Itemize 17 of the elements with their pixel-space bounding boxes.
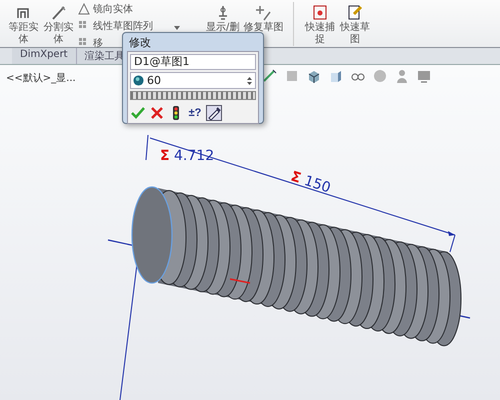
toolbar-button[interactable]: 显示/删 xyxy=(206,22,240,34)
tab[interactable]: DimXpert xyxy=(12,48,77,64)
toolbar-button[interactable]: 等距实体 xyxy=(8,22,39,46)
toolbar-button[interactable]: 镜向实体 xyxy=(93,2,133,16)
toolbar-button[interactable]: 快速捕捉 xyxy=(304,22,336,46)
tolerance-button[interactable]: ±? xyxy=(187,105,203,121)
value-field[interactable]: 60 xyxy=(130,72,256,89)
toolbar-button[interactable]: 分割实体 xyxy=(43,22,74,46)
toolbar-button[interactable]: 线性草图阵列 xyxy=(93,19,153,33)
toolbar-button[interactable]: 移 xyxy=(93,36,103,50)
toolbar-button[interactable]: 快速草图 xyxy=(339,22,370,46)
dimension-label[interactable]: Σ 4.712 xyxy=(160,148,214,164)
breadcrumb[interactable]: <<默认>_显... xyxy=(6,71,76,85)
dialog-title: 修改 xyxy=(128,35,152,51)
dimension-label[interactable]: Σ 150 xyxy=(288,168,332,196)
dimension-name-field[interactable]: D1@草图1 xyxy=(130,54,256,70)
toolbar-button[interactable]: 修复草图 xyxy=(243,22,284,34)
